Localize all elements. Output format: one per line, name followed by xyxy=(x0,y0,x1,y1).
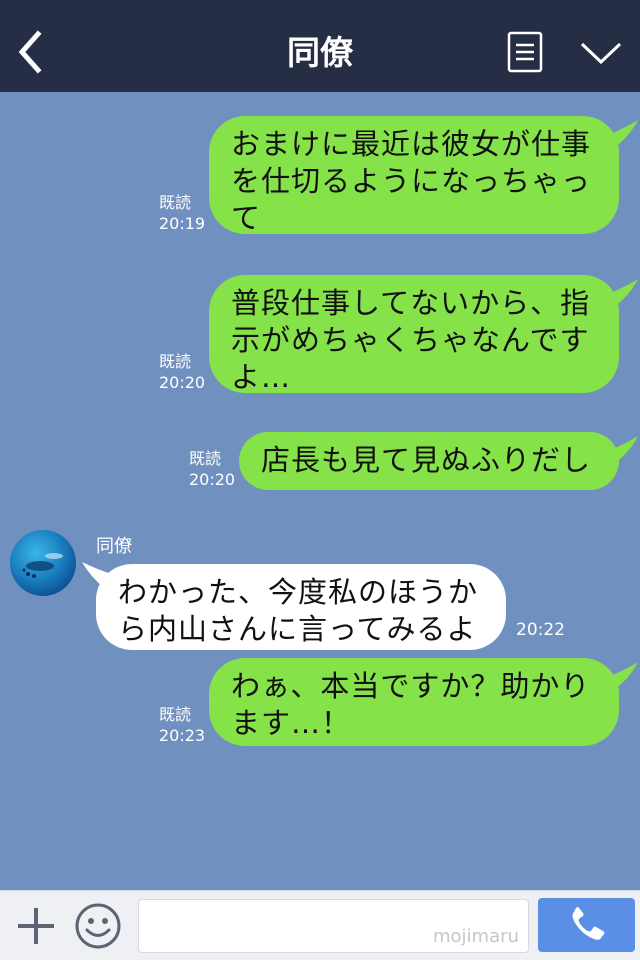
message-time: 20:20 xyxy=(159,373,206,392)
emoji-icon xyxy=(75,903,121,949)
outgoing-message-bubble[interactable]: 店長も見て見ぬふりだし xyxy=(239,432,619,490)
bubble-tail xyxy=(600,279,638,307)
watermark-text: mojimaru xyxy=(433,926,519,947)
message-time: 20:23 xyxy=(159,726,206,745)
bubble-tail xyxy=(600,662,638,690)
chat-header: 同僚 xyxy=(0,0,640,92)
message-text: 店長も見て見ぬふりだし xyxy=(261,443,592,477)
phone-icon xyxy=(572,907,605,940)
outgoing-message-bubble[interactable]: おまけに最近は彼女が仕事を仕切るようになっちゃって xyxy=(209,116,619,235)
incoming-message-bubble[interactable]: わかった、今度私のほうから内山さんに言ってみるよ xyxy=(96,564,506,650)
plus-icon xyxy=(18,908,54,944)
message-time: 20:20 xyxy=(189,470,236,489)
collapse-button[interactable] xyxy=(578,38,624,68)
message-meta: 既読 20:20 xyxy=(189,448,235,490)
input-bar: mojimaru xyxy=(0,890,640,960)
menu-list-icon xyxy=(507,31,543,73)
read-receipt: 既読 xyxy=(159,193,192,212)
avatar[interactable] xyxy=(10,530,76,596)
bubble-tail xyxy=(600,436,638,464)
read-receipt: 既読 xyxy=(189,449,222,468)
outgoing-message-bubble[interactable]: 普段仕事してないから、指示がめちゃくちゃなんですよ… xyxy=(209,275,619,394)
read-receipt: 既読 xyxy=(159,352,192,371)
add-button[interactable] xyxy=(14,904,58,948)
outgoing-message-bubble[interactable]: わぁ、本当ですか？助かります…！ xyxy=(209,658,619,746)
chevron-down-icon xyxy=(580,42,622,65)
message-text: わかった、今度私のほうから内山さんに言ってみるよ xyxy=(118,575,479,646)
message-text: 普段仕事してないから、指示がめちゃくちゃなんですよ… xyxy=(231,286,591,394)
bubble-tail xyxy=(600,120,638,148)
message-meta: 既読 20:23 xyxy=(159,704,205,746)
message-text: わぁ、本当ですか？助かります…！ xyxy=(231,669,591,740)
chat-area[interactable]: おまけに最近は彼女が仕事を仕切るようになっちゃって 既読 20:19 普段仕事し… xyxy=(0,92,640,890)
message-time: 20:22 xyxy=(516,620,565,640)
message-meta: 既読 20:20 xyxy=(159,351,205,393)
emoji-button[interactable] xyxy=(74,902,122,950)
ocean-avatar-icon xyxy=(22,553,63,578)
chat-title: 同僚 xyxy=(287,33,353,72)
read-receipt: 既読 xyxy=(159,705,192,724)
menu-button[interactable] xyxy=(507,31,543,73)
call-button[interactable] xyxy=(538,898,635,952)
message-time: 20:19 xyxy=(159,214,206,233)
sender-name: 同僚 xyxy=(96,536,132,557)
message-text: おまけに最近は彼女が仕事を仕切るようになっちゃって xyxy=(231,127,592,235)
message-meta: 既読 20:19 xyxy=(159,192,205,234)
